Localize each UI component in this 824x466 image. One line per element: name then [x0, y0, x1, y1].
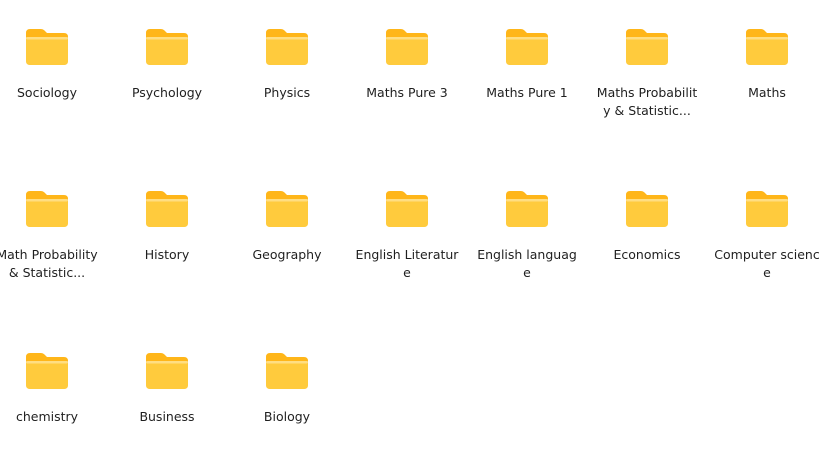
- folder-label: Physics: [263, 85, 311, 100]
- folder-icon: [24, 189, 70, 229]
- folder-icon: [144, 27, 190, 67]
- folder-icon: [264, 189, 310, 229]
- folder-label: Maths Pure 3: [366, 85, 448, 100]
- folder-label: English Literature: [355, 247, 459, 280]
- folder-label: Sociology: [16, 85, 78, 100]
- folder-item-english-literature[interactable]: English Literature: [352, 164, 462, 304]
- folder-item-geography[interactable]: Geography: [232, 164, 342, 304]
- folder-item-maths-pure-1[interactable]: Maths Pure 1: [472, 2, 582, 142]
- folder-item-maths-pure-3[interactable]: Maths Pure 3: [352, 2, 462, 142]
- folder-item-sociology[interactable]: Sociology: [0, 2, 102, 142]
- folder-icon: [384, 189, 430, 229]
- folder-item-biology[interactable]: Biology: [232, 326, 342, 466]
- folder-item-chemistry[interactable]: chemistry: [0, 326, 102, 466]
- folder-item-math-probability-statistic[interactable]: Math Probability & Statistic...: [0, 164, 102, 304]
- folder-icon: [144, 351, 190, 391]
- folder-label: Maths: [748, 85, 786, 100]
- folder-grid: Sociology Psychology Physics Maths Pure …: [0, 0, 824, 454]
- folder-item-physics[interactable]: Physics: [232, 2, 342, 142]
- folder-item-business[interactable]: Business: [112, 326, 222, 466]
- folder-icon: [144, 189, 190, 229]
- folder-icon: [624, 189, 670, 229]
- folder-label: Geography: [252, 247, 322, 262]
- folder-item-english-language[interactable]: English language: [472, 164, 582, 304]
- folder-label: Math Probability & Statistic...: [0, 247, 98, 280]
- folder-item-maths-probability-statistic[interactable]: Maths Probability & Statistic...: [592, 2, 702, 142]
- folder-label: Business: [139, 409, 195, 424]
- folder-item-maths[interactable]: Maths: [712, 2, 822, 142]
- folder-label: Psychology: [131, 85, 203, 100]
- folder-icon: [264, 27, 310, 67]
- folder-label: English language: [477, 247, 577, 280]
- folder-label: Computer science: [714, 247, 820, 280]
- folder-item-history[interactable]: History: [112, 164, 222, 304]
- folder-icon: [624, 27, 670, 67]
- folder-item-economics[interactable]: Economics: [592, 164, 702, 304]
- folder-icon: [504, 189, 550, 229]
- folder-icon: [24, 27, 70, 67]
- folder-label: History: [144, 247, 190, 262]
- folder-item-computer-science[interactable]: Computer science: [712, 164, 822, 304]
- folder-icon: [744, 27, 790, 67]
- folder-label: Maths Probability & Statistic...: [596, 85, 698, 118]
- folder-icon: [264, 351, 310, 391]
- folder-label: Maths Pure 1: [486, 85, 568, 100]
- folder-icon: [384, 27, 430, 67]
- folder-label: chemistry: [15, 409, 79, 424]
- folder-icon: [744, 189, 790, 229]
- folder-label: Economics: [613, 247, 681, 262]
- folder-item-psychology[interactable]: Psychology: [112, 2, 222, 142]
- folder-icon: [504, 27, 550, 67]
- folder-icon: [24, 351, 70, 391]
- folder-label: Biology: [263, 409, 311, 424]
